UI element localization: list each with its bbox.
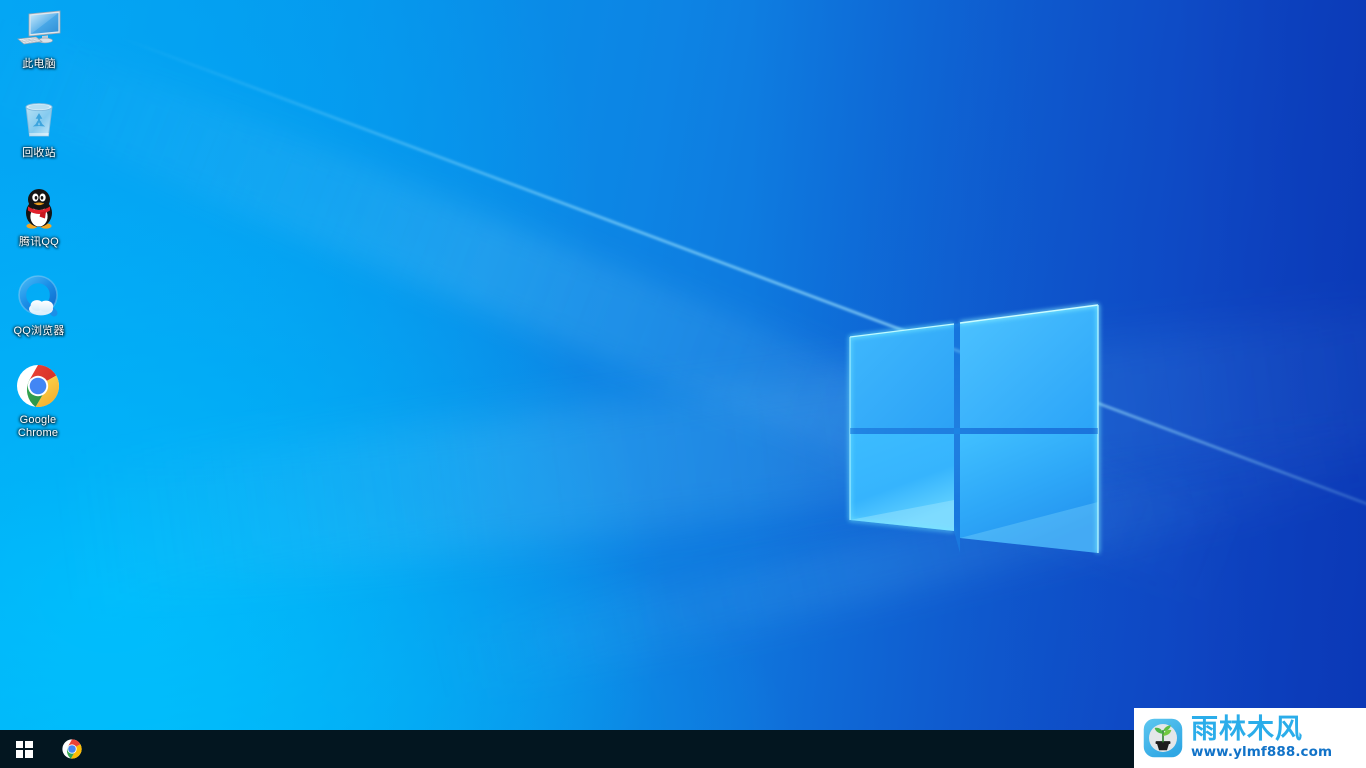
desktop-icon-qq-browser[interactable]: QQ浏览器 bbox=[1, 269, 77, 340]
qq-browser-icon bbox=[15, 273, 63, 321]
qq-penguin-icon bbox=[15, 184, 63, 232]
desktop-icon-google-chrome[interactable]: Google Chrome bbox=[1, 358, 75, 442]
desktop-icon-grid: 此电脑 回收站 腾讯QQ QQ浏览器 Google Chrome bbox=[0, 0, 86, 442]
watermark-text-block: 雨林木风 www.ylmf888.com bbox=[1191, 716, 1332, 760]
computer-icon bbox=[15, 6, 63, 54]
desktop[interactable]: 此电脑 回收站 腾讯QQ QQ浏览器 Google Chrome 雨林木风 ww… bbox=[0, 0, 1366, 768]
windows-hero-logo bbox=[836, 288, 1116, 568]
desktop-icon-this-pc[interactable]: 此电脑 bbox=[1, 2, 77, 73]
desktop-icon-label: Google Chrome bbox=[17, 414, 59, 439]
windows-logo-icon bbox=[15, 740, 33, 758]
start-button[interactable] bbox=[0, 730, 48, 768]
desktop-icon-label: 此电脑 bbox=[22, 58, 56, 70]
watermark-url: www.ylmf888.com bbox=[1191, 744, 1333, 760]
desktop-icon-tencent-qq[interactable]: 腾讯QQ bbox=[1, 180, 77, 251]
watermark-badge: 雨林木风 www.ylmf888.com bbox=[1134, 708, 1366, 768]
chrome-icon bbox=[14, 362, 62, 410]
sprout-logo-icon bbox=[1143, 718, 1183, 758]
wallpaper-bottom-glow bbox=[0, 460, 820, 768]
desktop-icon-label: QQ浏览器 bbox=[13, 325, 65, 337]
chrome-icon bbox=[62, 739, 82, 759]
desktop-icon-recycle-bin[interactable]: 回收站 bbox=[1, 91, 77, 162]
watermark-brand: 雨林木风 bbox=[1191, 714, 1303, 745]
taskbar-item-chrome[interactable] bbox=[48, 730, 96, 768]
desktop-icon-label: 腾讯QQ bbox=[19, 236, 59, 248]
recycle-bin-icon bbox=[15, 95, 63, 143]
desktop-icon-label: 回收站 bbox=[22, 147, 56, 159]
